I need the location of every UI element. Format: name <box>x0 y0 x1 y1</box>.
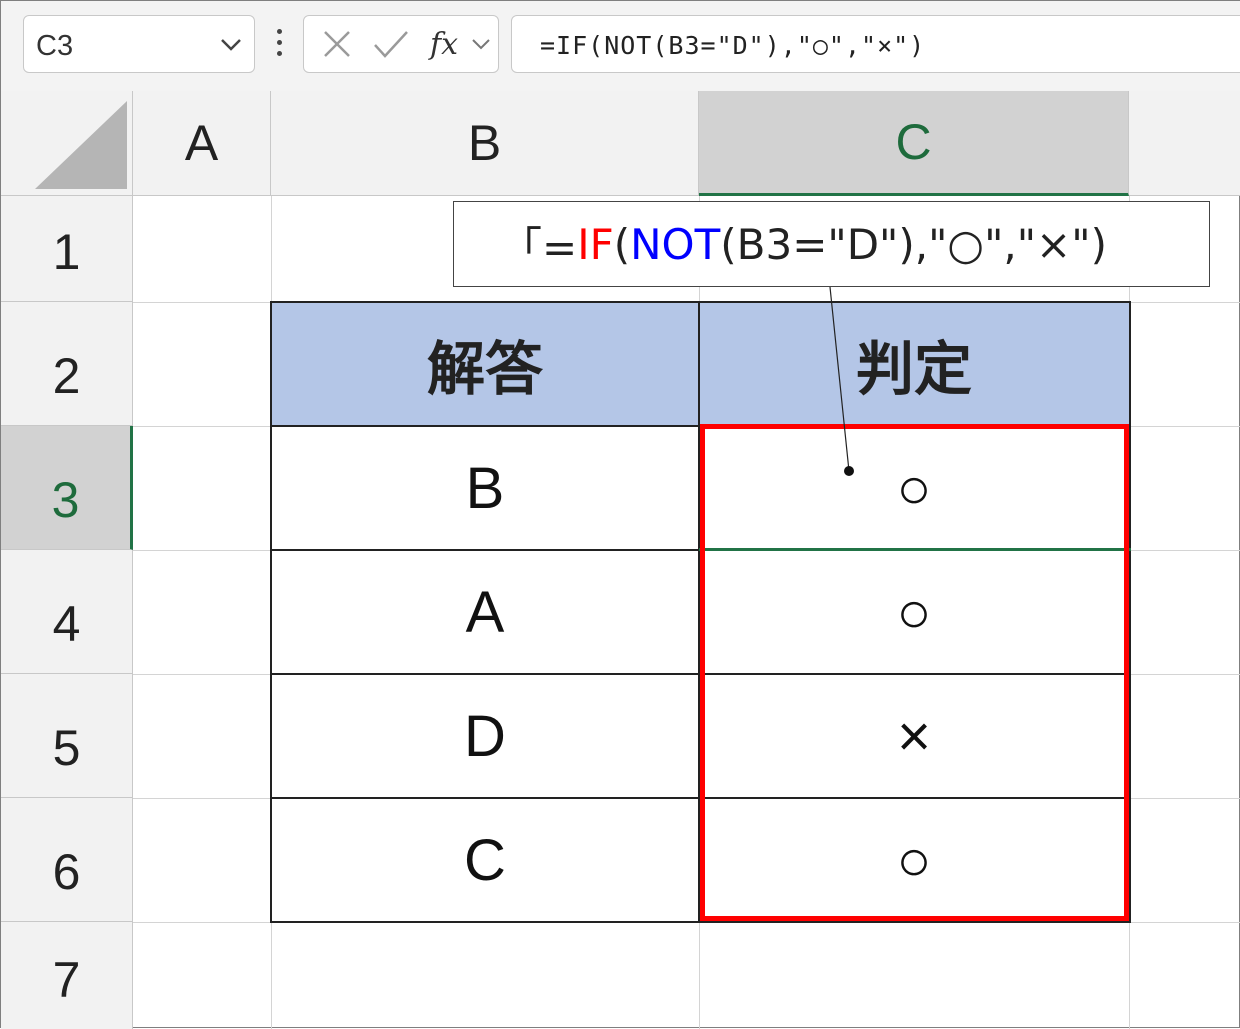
formula-callout: 「= IF(NOT (B3="D"),"○","×") <box>453 201 1210 287</box>
callout-leader <box>829 286 854 476</box>
callout-rest: (B3="D"),"○","×") <box>720 219 1107 269</box>
callout-not: NOT <box>630 219 721 269</box>
callout-if: IF <box>577 219 614 269</box>
callout-prefix: 「= <box>500 222 578 272</box>
callout-open: ( <box>613 219 631 269</box>
